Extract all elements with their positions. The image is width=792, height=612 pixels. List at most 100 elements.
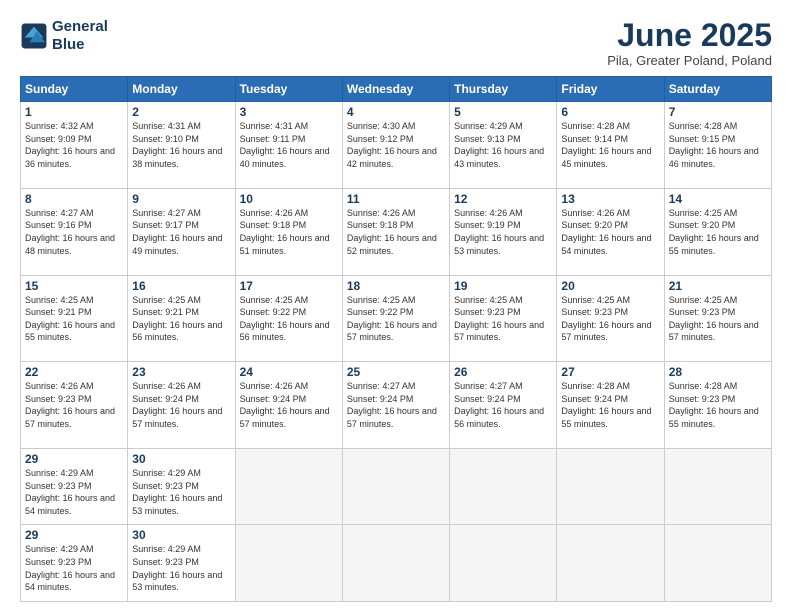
- day-number: 9: [132, 192, 230, 206]
- table-row: 14Sunrise: 4:25 AM Sunset: 9:20 PM Dayli…: [664, 188, 771, 275]
- calendar-week-5: 29Sunrise: 4:29 AM Sunset: 9:23 PM Dayli…: [21, 448, 772, 525]
- day-number: 15: [25, 279, 123, 293]
- table-row: [342, 448, 449, 525]
- day-info: Sunrise: 4:26 AM Sunset: 9:24 PM Dayligh…: [240, 380, 338, 430]
- logo-line1: General: [52, 18, 108, 36]
- table-row: 29Sunrise: 4:29 AM Sunset: 9:23 PM Dayli…: [21, 448, 128, 525]
- day-info: Sunrise: 4:27 AM Sunset: 9:24 PM Dayligh…: [454, 380, 552, 430]
- col-monday: Monday: [128, 77, 235, 102]
- day-number: 30: [132, 452, 230, 466]
- day-number: 14: [669, 192, 767, 206]
- table-row: 23Sunrise: 4:26 AM Sunset: 9:24 PM Dayli…: [128, 362, 235, 449]
- table-row: 19Sunrise: 4:25 AM Sunset: 9:23 PM Dayli…: [450, 275, 557, 362]
- day-number: 23: [132, 365, 230, 379]
- day-info: Sunrise: 4:25 AM Sunset: 9:20 PM Dayligh…: [669, 207, 767, 257]
- logo-icon: [20, 22, 48, 50]
- day-number: 5: [454, 105, 552, 119]
- day-number: 19: [454, 279, 552, 293]
- day-info: Sunrise: 4:26 AM Sunset: 9:18 PM Dayligh…: [240, 207, 338, 257]
- table-row: 22Sunrise: 4:26 AM Sunset: 9:23 PM Dayli…: [21, 362, 128, 449]
- day-number: 4: [347, 105, 445, 119]
- table-row: 2Sunrise: 4:31 AM Sunset: 9:10 PM Daylig…: [128, 102, 235, 189]
- day-info: Sunrise: 4:25 AM Sunset: 9:21 PM Dayligh…: [25, 294, 123, 344]
- table-row: [235, 525, 342, 602]
- table-row: [450, 525, 557, 602]
- calendar-table: Sunday Monday Tuesday Wednesday Thursday…: [20, 76, 772, 602]
- day-info: Sunrise: 4:27 AM Sunset: 9:16 PM Dayligh…: [25, 207, 123, 257]
- day-info: Sunrise: 4:25 AM Sunset: 9:23 PM Dayligh…: [669, 294, 767, 344]
- table-row: 1Sunrise: 4:32 AM Sunset: 9:09 PM Daylig…: [21, 102, 128, 189]
- table-row: 7Sunrise: 4:28 AM Sunset: 9:15 PM Daylig…: [664, 102, 771, 189]
- day-info: Sunrise: 4:31 AM Sunset: 9:10 PM Dayligh…: [132, 120, 230, 170]
- calendar-week-4: 22Sunrise: 4:26 AM Sunset: 9:23 PM Dayli…: [21, 362, 772, 449]
- day-number: 18: [347, 279, 445, 293]
- table-row: 27Sunrise: 4:28 AM Sunset: 9:24 PM Dayli…: [557, 362, 664, 449]
- table-row: [557, 525, 664, 602]
- day-number: 24: [240, 365, 338, 379]
- logo-line2: Blue: [52, 36, 108, 54]
- table-row: 8Sunrise: 4:27 AM Sunset: 9:16 PM Daylig…: [21, 188, 128, 275]
- col-tuesday: Tuesday: [235, 77, 342, 102]
- col-saturday: Saturday: [664, 77, 771, 102]
- day-number: 29: [25, 528, 123, 542]
- table-row: [557, 448, 664, 525]
- table-row: 24Sunrise: 4:26 AM Sunset: 9:24 PM Dayli…: [235, 362, 342, 449]
- day-info: Sunrise: 4:26 AM Sunset: 9:23 PM Dayligh…: [25, 380, 123, 430]
- table-row: 30Sunrise: 4:29 AM Sunset: 9:23 PM Dayli…: [128, 448, 235, 525]
- day-number: 27: [561, 365, 659, 379]
- table-row: 3Sunrise: 4:31 AM Sunset: 9:11 PM Daylig…: [235, 102, 342, 189]
- table-row: [664, 525, 771, 602]
- day-info: Sunrise: 4:26 AM Sunset: 9:24 PM Dayligh…: [132, 380, 230, 430]
- table-row: 16Sunrise: 4:25 AM Sunset: 9:21 PM Dayli…: [128, 275, 235, 362]
- day-info: Sunrise: 4:25 AM Sunset: 9:22 PM Dayligh…: [240, 294, 338, 344]
- col-thursday: Thursday: [450, 77, 557, 102]
- table-row: 26Sunrise: 4:27 AM Sunset: 9:24 PM Dayli…: [450, 362, 557, 449]
- table-row: 6Sunrise: 4:28 AM Sunset: 9:14 PM Daylig…: [557, 102, 664, 189]
- calendar-week-1: 1Sunrise: 4:32 AM Sunset: 9:09 PM Daylig…: [21, 102, 772, 189]
- page: General Blue June 2025 Pila, Greater Pol…: [0, 0, 792, 612]
- table-row: 29Sunrise: 4:29 AM Sunset: 9:23 PM Dayli…: [21, 525, 128, 602]
- day-info: Sunrise: 4:29 AM Sunset: 9:23 PM Dayligh…: [132, 543, 230, 593]
- day-number: 30: [132, 528, 230, 542]
- table-row: 10Sunrise: 4:26 AM Sunset: 9:18 PM Dayli…: [235, 188, 342, 275]
- logo: General Blue: [20, 18, 108, 54]
- table-row: 11Sunrise: 4:26 AM Sunset: 9:18 PM Dayli…: [342, 188, 449, 275]
- day-number: 12: [454, 192, 552, 206]
- day-info: Sunrise: 4:25 AM Sunset: 9:23 PM Dayligh…: [561, 294, 659, 344]
- table-row: 5Sunrise: 4:29 AM Sunset: 9:13 PM Daylig…: [450, 102, 557, 189]
- logo-text: General Blue: [52, 18, 108, 54]
- table-row: 18Sunrise: 4:25 AM Sunset: 9:22 PM Dayli…: [342, 275, 449, 362]
- day-number: 2: [132, 105, 230, 119]
- day-number: 20: [561, 279, 659, 293]
- day-info: Sunrise: 4:29 AM Sunset: 9:23 PM Dayligh…: [25, 467, 123, 517]
- day-number: 1: [25, 105, 123, 119]
- table-row: 17Sunrise: 4:25 AM Sunset: 9:22 PM Dayli…: [235, 275, 342, 362]
- col-wednesday: Wednesday: [342, 77, 449, 102]
- day-number: 29: [25, 452, 123, 466]
- col-friday: Friday: [557, 77, 664, 102]
- table-row: 30Sunrise: 4:29 AM Sunset: 9:23 PM Dayli…: [128, 525, 235, 602]
- table-row: 12Sunrise: 4:26 AM Sunset: 9:19 PM Dayli…: [450, 188, 557, 275]
- day-number: 13: [561, 192, 659, 206]
- day-number: 22: [25, 365, 123, 379]
- day-info: Sunrise: 4:25 AM Sunset: 9:22 PM Dayligh…: [347, 294, 445, 344]
- day-number: 8: [25, 192, 123, 206]
- day-info: Sunrise: 4:26 AM Sunset: 9:20 PM Dayligh…: [561, 207, 659, 257]
- day-info: Sunrise: 4:32 AM Sunset: 9:09 PM Dayligh…: [25, 120, 123, 170]
- day-info: Sunrise: 4:29 AM Sunset: 9:23 PM Dayligh…: [132, 467, 230, 517]
- title-location: Pila, Greater Poland, Poland: [607, 53, 772, 68]
- day-number: 6: [561, 105, 659, 119]
- day-info: Sunrise: 4:30 AM Sunset: 9:12 PM Dayligh…: [347, 120, 445, 170]
- day-info: Sunrise: 4:29 AM Sunset: 9:13 PM Dayligh…: [454, 120, 552, 170]
- day-info: Sunrise: 4:26 AM Sunset: 9:18 PM Dayligh…: [347, 207, 445, 257]
- table-row: 28Sunrise: 4:28 AM Sunset: 9:23 PM Dayli…: [664, 362, 771, 449]
- day-info: Sunrise: 4:28 AM Sunset: 9:15 PM Dayligh…: [669, 120, 767, 170]
- day-number: 26: [454, 365, 552, 379]
- table-row: 20Sunrise: 4:25 AM Sunset: 9:23 PM Dayli…: [557, 275, 664, 362]
- day-number: 16: [132, 279, 230, 293]
- table-row: [450, 448, 557, 525]
- title-block: June 2025 Pila, Greater Poland, Poland: [607, 18, 772, 68]
- day-number: 11: [347, 192, 445, 206]
- table-row: 9Sunrise: 4:27 AM Sunset: 9:17 PM Daylig…: [128, 188, 235, 275]
- table-row: [664, 448, 771, 525]
